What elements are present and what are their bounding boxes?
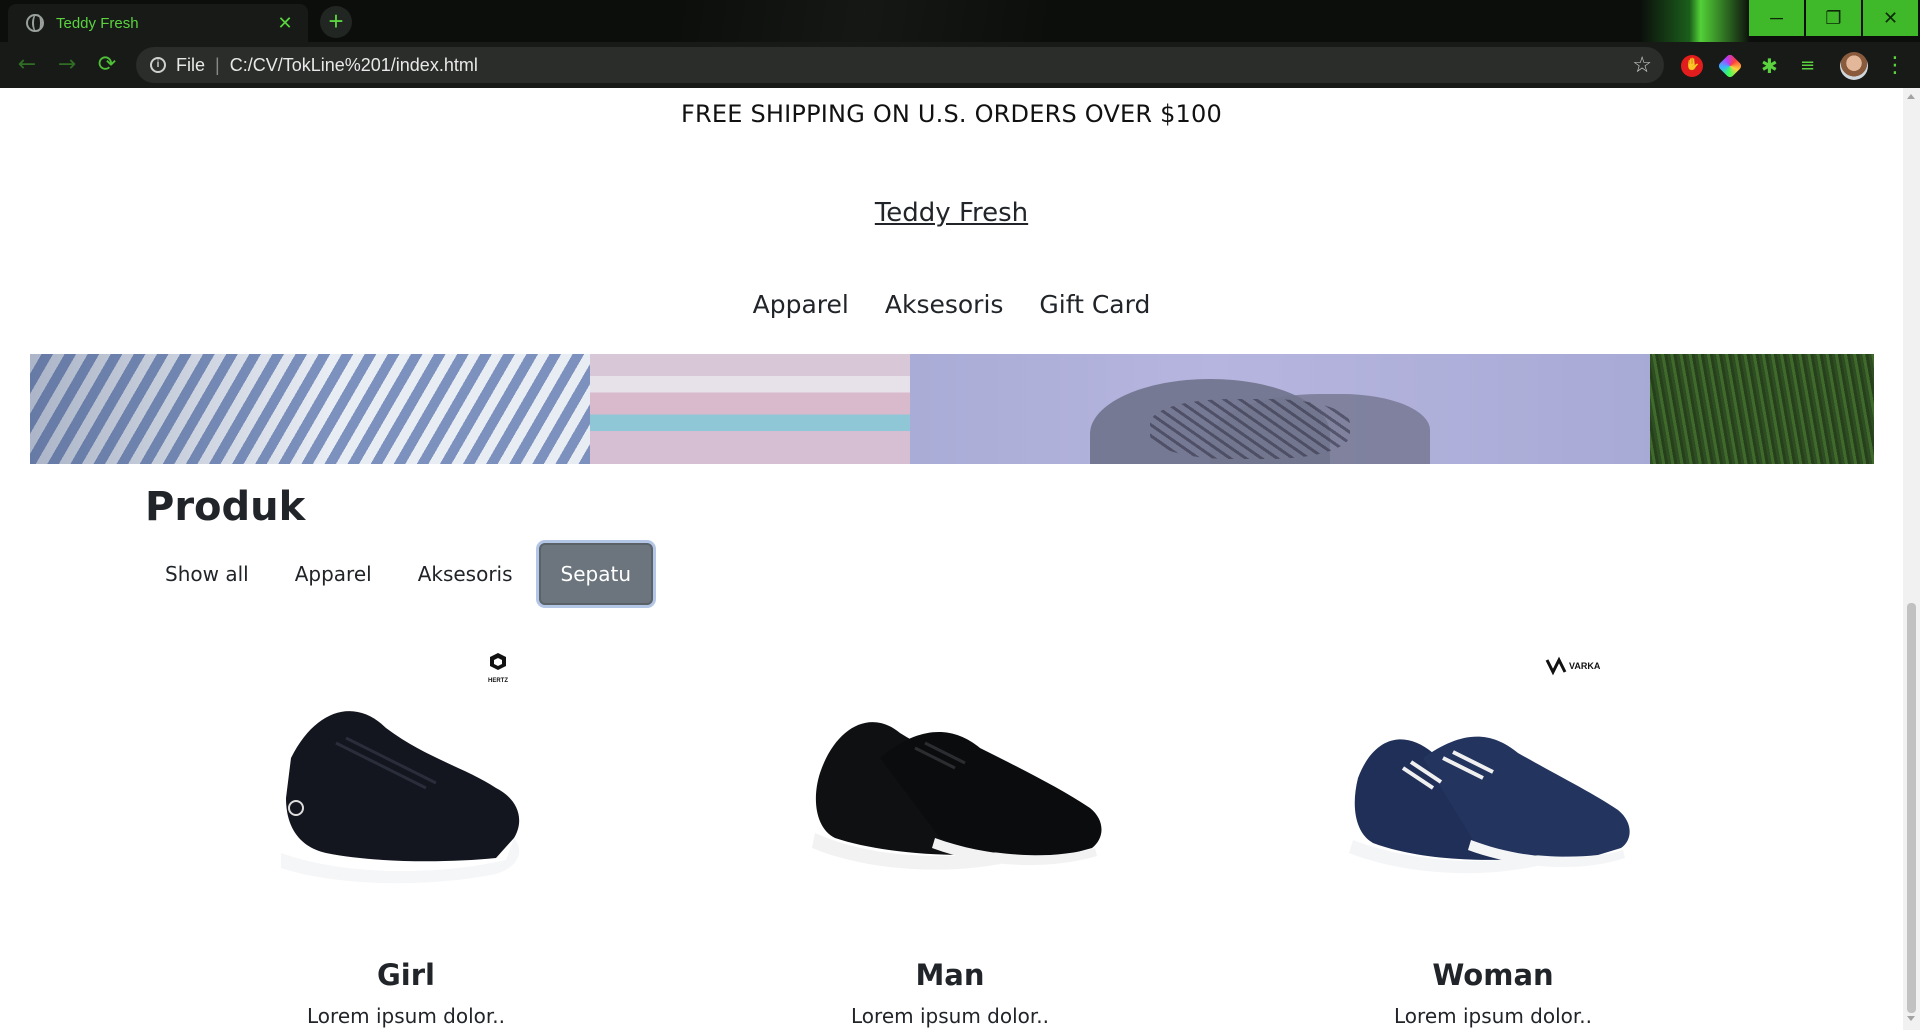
extensions-puzzle-icon[interactable]: ✱ [1761,55,1783,77]
maximize-button[interactable]: ❐ [1806,0,1861,36]
address-bar[interactable]: i File | C:/CV/TokLine%201/index.html ☆ [136,47,1664,83]
browser-tab[interactable]: Teddy Fresh ✕ [8,4,308,42]
adblock-icon[interactable] [1681,55,1703,77]
product-title[interactable]: Woman [1283,958,1703,992]
forward-button[interactable]: → [52,50,82,80]
close-window-button[interactable]: ✕ [1863,0,1918,36]
url-text[interactable]: C:/CV/TokLine%201/index.html [230,55,1633,76]
site-info-icon[interactable]: i [150,57,166,73]
browser-menu-icon[interactable]: ⋮ [1884,52,1906,80]
url-separator: | [215,54,220,75]
filter-aksesoris[interactable]: Aksesoris [398,543,533,605]
hero-banner-image [30,354,1874,464]
section-title: Produk [145,484,306,530]
shoe-shape [281,711,520,884]
nav-item-apparel[interactable]: Apparel [753,290,849,319]
scrollbar-thumb[interactable] [1907,603,1916,1013]
scroll-down-icon[interactable] [1907,1016,1915,1021]
main-nav: Apparel Aksesoris Gift Card [0,290,1903,319]
new-tab-button[interactable]: + [320,6,352,38]
varka-logo: VARKA [1545,656,1601,676]
product-description: Lorem ipsum dolor.. [1394,1004,1592,1028]
nav-item-gift-card[interactable]: Gift Card [1039,290,1150,319]
product-description: Lorem ipsum dolor.. [851,1004,1049,1028]
product-image[interactable]: HERTZ [196,648,616,958]
page-scrollbar[interactable] [1903,88,1920,1030]
shipping-announcement: FREE SHIPPING ON U.S. ORDERS OVER $100 [681,100,1222,128]
filter-show-all[interactable]: Show all [145,543,269,605]
product-description: Lorem ipsum dolor.. [307,1004,505,1028]
globe-icon [26,14,44,32]
product-title[interactable]: Girl [196,958,616,992]
svg-text:VARKA: VARKA [1569,661,1601,671]
product-image[interactable]: VARKA [1283,648,1703,958]
shoe-shape [812,722,1102,870]
browser-toolbar: ← → ⟳ i File | C:/CV/TokLine%201/index.h… [0,42,1920,88]
product-filters: Show all Apparel Aksesoris Sepatu [145,543,659,605]
close-tab-icon[interactable]: ✕ [272,13,298,34]
page-viewport: FREE SHIPPING ON U.S. ORDERS OVER $100 T… [0,88,1903,1030]
reading-list-icon[interactable]: ≡ [1800,55,1822,77]
url-scheme: File [176,54,206,75]
product-image[interactable] [740,648,1160,958]
scroll-up-icon[interactable] [1907,94,1915,99]
nav-item-aksesoris[interactable]: Aksesoris [885,290,1004,319]
shoe-shape [1349,736,1630,874]
profile-avatar[interactable] [1840,52,1868,80]
product-card[interactable]: VARKA Woman Lorem ipsum dolor.. [1283,648,1703,1028]
bookmark-star-icon[interactable]: ☆ [1632,52,1652,78]
filter-sepatu[interactable]: Sepatu [538,543,653,605]
filter-apparel[interactable]: Apparel [275,543,392,605]
color-picker-icon[interactable] [1717,53,1743,79]
titlebar-glow [1640,0,1750,42]
reload-button[interactable]: ⟳ [92,50,122,80]
tab-title: Teddy Fresh [56,14,139,32]
back-button[interactable]: ← [12,50,42,80]
browser-titlebar: Teddy Fresh ✕ + ─ ❐ ✕ [0,0,1920,42]
minimize-button[interactable]: ─ [1749,0,1804,36]
product-title[interactable]: Man [740,958,1160,992]
hertz-logo: HERTZ [488,653,508,684]
brand-link[interactable]: Teddy Fresh [0,198,1903,228]
product-card[interactable]: HERTZ Girl Lorem ipsum dolor.. [196,648,616,1028]
svg-text:HERTZ: HERTZ [488,678,508,684]
product-card[interactable]: Man Lorem ipsum dolor.. [740,648,1160,1028]
